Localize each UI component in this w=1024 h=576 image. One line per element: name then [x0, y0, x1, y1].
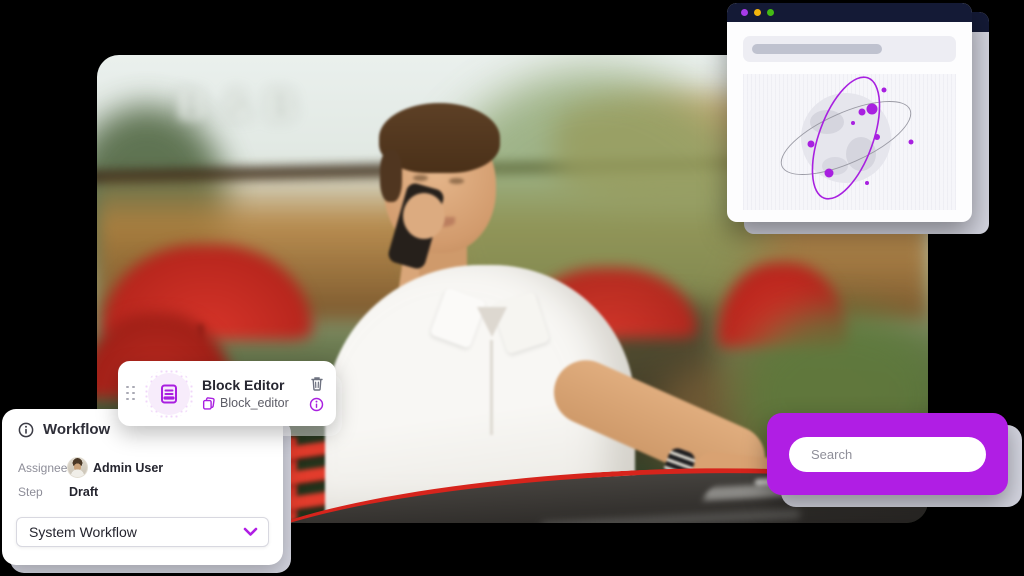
polo-placket	[490, 340, 493, 435]
step-row: Step Draft	[18, 485, 267, 499]
info-icon	[18, 422, 34, 438]
block-editor-title: Block Editor	[202, 377, 289, 393]
search-input-wrap[interactable]	[789, 437, 986, 472]
table-reflection	[541, 509, 801, 523]
info-icon	[309, 397, 324, 412]
assignee-label: Assignee	[18, 461, 67, 475]
browser-titlebar	[727, 3, 972, 22]
copy-icon	[202, 397, 215, 410]
block-editor-card[interactable]: Block Editor Block_editor	[118, 361, 336, 426]
trash-icon	[310, 376, 324, 391]
book-icon	[148, 373, 190, 415]
man-hair-side	[380, 150, 402, 202]
man-hand-holding-phone	[403, 193, 445, 239]
address-bar-placeholder-pill	[752, 44, 882, 54]
network-globe-graphic	[743, 74, 956, 210]
block-editor-actions	[309, 376, 324, 412]
window-dot-purple-icon[interactable]	[741, 9, 748, 16]
polo-collar-v	[477, 307, 507, 337]
assignee-value: Admin User	[93, 461, 163, 475]
trash-button[interactable]	[310, 376, 324, 391]
browser-window-mockup	[727, 3, 972, 222]
search-card	[767, 413, 1008, 495]
block-editor-texts: Block Editor Block_editor	[202, 377, 289, 410]
drag-handle-icon[interactable]	[126, 386, 136, 402]
chevron-down-icon	[243, 527, 258, 537]
step-value: Draft	[69, 485, 98, 499]
workflow-select[interactable]: System Workflow	[16, 517, 269, 547]
info-button[interactable]	[309, 397, 324, 412]
block-icon-halo	[144, 369, 194, 419]
page: B&B	[0, 0, 1024, 576]
search-input[interactable]	[809, 446, 989, 463]
block-editor-file-label: Block_editor	[220, 396, 289, 410]
workflow-select-value: System Workflow	[29, 524, 243, 540]
man-eye	[413, 175, 428, 181]
browser-address-bar[interactable]	[743, 36, 956, 62]
assignee-row: Assignee Admin User	[18, 457, 267, 478]
assignee-avatar	[67, 457, 88, 478]
block-editor-file-row: Block_editor	[202, 396, 289, 410]
step-label: Step	[18, 485, 67, 499]
window-dot-green-icon[interactable]	[767, 9, 774, 16]
browser-content-area	[743, 74, 956, 210]
man-eye	[449, 178, 464, 184]
window-dot-yellow-icon[interactable]	[754, 9, 761, 16]
workflow-title: Workflow	[43, 421, 110, 438]
